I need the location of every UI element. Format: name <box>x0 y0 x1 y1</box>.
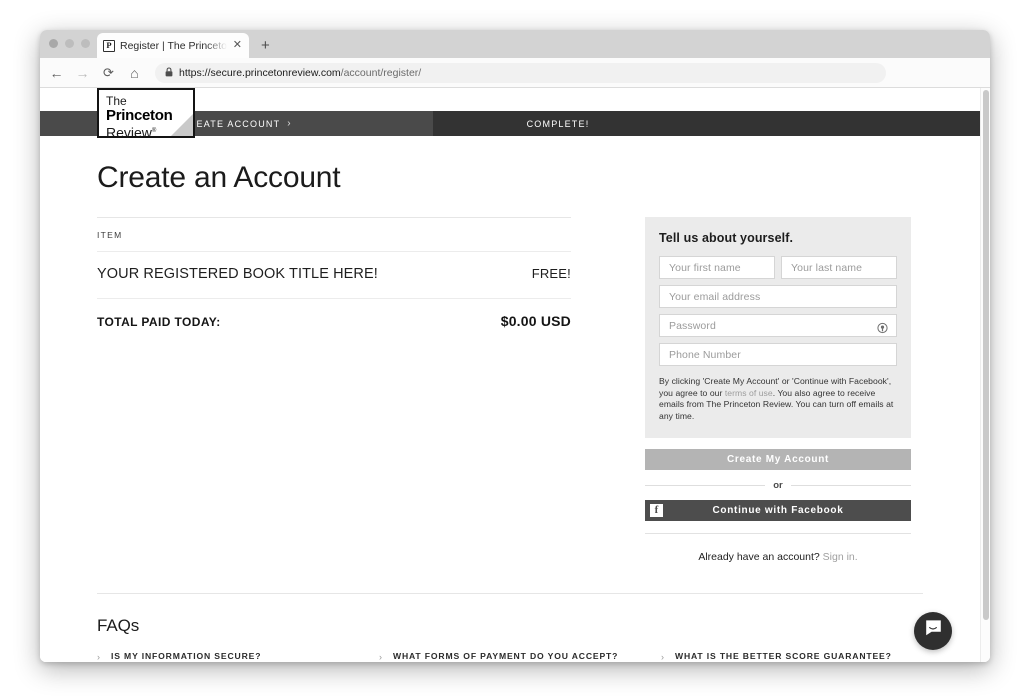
browser-window: P Register | The Princeton Revie ✕ + ← →… <box>40 30 990 662</box>
phone-field[interactable]: Phone Number <box>659 343 897 366</box>
chevron-right-icon: › <box>379 652 382 662</box>
address-bar[interactable]: https://secure.princetonreview.com/accou… <box>155 62 886 83</box>
continue-with-facebook-button[interactable]: f Continue with Facebook <box>645 500 911 522</box>
signin-link[interactable]: Sign in. <box>823 551 858 563</box>
last-name-placeholder: Your last name <box>791 261 863 274</box>
signup-form: Tell us about yourself. Your first name … <box>645 217 911 563</box>
page-viewport: CREATE ACCOUNT › COMPLETE! The Princeton… <box>40 88 990 662</box>
last-name-field[interactable]: Your last name <box>781 256 897 279</box>
progress-step-complete-label: COMPLETE! <box>526 118 590 129</box>
main-content: Create an Account ITEM YOUR REGISTERED B… <box>40 161 980 563</box>
phone-field-row: Phone Number <box>659 343 897 366</box>
page-scrollbar[interactable] <box>980 88 990 662</box>
or-divider: or <box>645 480 911 491</box>
browser-tab-strip: P Register | The Princeton Revie ✕ + <box>40 30 990 58</box>
logo-line-review: Review® <box>106 124 157 138</box>
faq-title: FAQs <box>97 616 140 636</box>
progress-step-create-account-label: CREATE ACCOUNT <box>181 118 281 129</box>
order-column-header: ITEM <box>97 218 571 252</box>
faq-item[interactable]: › WHAT FORMS OF PAYMENT DO YOU ACCEPT? <box>379 651 661 662</box>
order-item-name: YOUR REGISTERED BOOK TITLE HERE! <box>97 266 378 282</box>
favicon-icon: P <box>103 39 115 52</box>
faq-question: WHAT FORMS OF PAYMENT DO YOU ACCEPT? <box>393 651 619 662</box>
order-total-label: TOTAL PAID TODAY: <box>97 315 221 329</box>
name-field-row: Your first name Your last name <box>659 256 897 279</box>
faq-item[interactable]: › IS MY INFORMATION SECURE? <box>97 651 379 662</box>
create-account-button[interactable]: Create My Account <box>645 449 911 471</box>
faq-item[interactable]: › WHAT IS THE BETTER SCORE GUARANTEE? <box>661 651 943 662</box>
email-field-row: Your email address <box>659 285 897 308</box>
chat-bubble-icon <box>924 619 943 643</box>
password-placeholder: Password <box>669 319 716 332</box>
password-field[interactable]: Password <box>659 314 897 337</box>
princeton-review-logo[interactable]: The Princeton Review® <box>97 88 195 138</box>
order-item-price: FREE! <box>531 266 571 281</box>
maximize-window-button[interactable] <box>81 39 90 48</box>
url-text: https://secure.princetonreview.com/accou… <box>179 67 421 79</box>
first-name-placeholder: Your first name <box>669 261 741 274</box>
new-tab-button[interactable]: + <box>261 38 270 58</box>
facebook-button-label: Continue with Facebook <box>712 505 844 517</box>
order-summary: ITEM YOUR REGISTERED BOOK TITLE HERE! FR… <box>97 217 571 329</box>
logo-trademark: ® <box>151 128 157 134</box>
signup-panel: Tell us about yourself. Your first name … <box>645 217 911 439</box>
email-placeholder: Your email address <box>669 290 761 303</box>
terms-of-use-link[interactable]: terms of use <box>725 388 773 398</box>
order-total-row: TOTAL PAID TODAY: $0.00 USD <box>97 299 571 329</box>
faq-section: FAQs › IS MY INFORMATION SECURE? › WHAT … <box>97 593 923 662</box>
tab-title: Register | The Princeton Revie <box>120 39 227 52</box>
email-field[interactable]: Your email address <box>659 285 897 308</box>
reload-icon[interactable]: ⟳ <box>101 66 116 79</box>
back-icon[interactable]: ← <box>49 66 64 80</box>
signin-prompt-row: Already have an account? Sign in. <box>645 533 911 563</box>
order-row: YOUR REGISTERED BOOK TITLE HERE! FREE! <box>97 252 571 299</box>
order-total-value: $0.00 USD <box>500 313 571 329</box>
browser-toolbar: ← → ⟳ ⌂ https://secure.princetonreview.c… <box>40 58 990 88</box>
home-icon[interactable]: ⌂ <box>127 66 142 80</box>
terms-disclaimer: By clicking 'Create My Account' or 'Cont… <box>659 376 897 422</box>
chevron-right-icon: › <box>287 118 292 129</box>
faq-list: › IS MY INFORMATION SECURE? › WHAT FORMS… <box>97 651 923 662</box>
progress-step-complete: COMPLETE! <box>433 111 683 136</box>
signup-heading: Tell us about yourself. <box>659 231 794 245</box>
site-header: CREATE ACCOUNT › COMPLETE! The Princeton… <box>40 88 980 140</box>
browser-tab[interactable]: P Register | The Princeton Revie ✕ <box>97 33 249 58</box>
password-field-row: Password <box>659 314 897 337</box>
close-icon[interactable]: ✕ <box>232 40 243 51</box>
faq-question: IS MY INFORMATION SECURE? <box>111 651 262 662</box>
close-window-button[interactable] <box>49 39 58 48</box>
signin-prompt-text: Already have an account? <box>698 551 823 564</box>
url-host: https://secure.princetonreview.com <box>179 66 341 79</box>
or-label: or <box>773 480 783 492</box>
forward-icon[interactable]: → <box>75 66 90 80</box>
window-traffic-lights <box>49 39 90 48</box>
faq-question: WHAT IS THE BETTER SCORE GUARANTEE? <box>675 651 892 662</box>
page-content: CREATE ACCOUNT › COMPLETE! The Princeton… <box>40 88 980 662</box>
chevron-right-icon: › <box>661 652 664 662</box>
chat-widget-button[interactable] <box>914 612 952 650</box>
phone-placeholder: Phone Number <box>669 348 741 361</box>
minimize-window-button[interactable] <box>65 39 74 48</box>
first-name-field[interactable]: Your first name <box>659 256 775 279</box>
show-password-icon[interactable] <box>877 320 888 333</box>
logo-line-princeton: Princeton <box>106 107 173 124</box>
chevron-right-icon: › <box>97 652 100 662</box>
scrollbar-thumb[interactable] <box>983 90 989 620</box>
page-title: Create an Account <box>97 161 341 194</box>
url-path: /account/register/ <box>340 66 422 79</box>
facebook-icon: f <box>650 504 663 518</box>
lock-icon <box>165 64 173 82</box>
